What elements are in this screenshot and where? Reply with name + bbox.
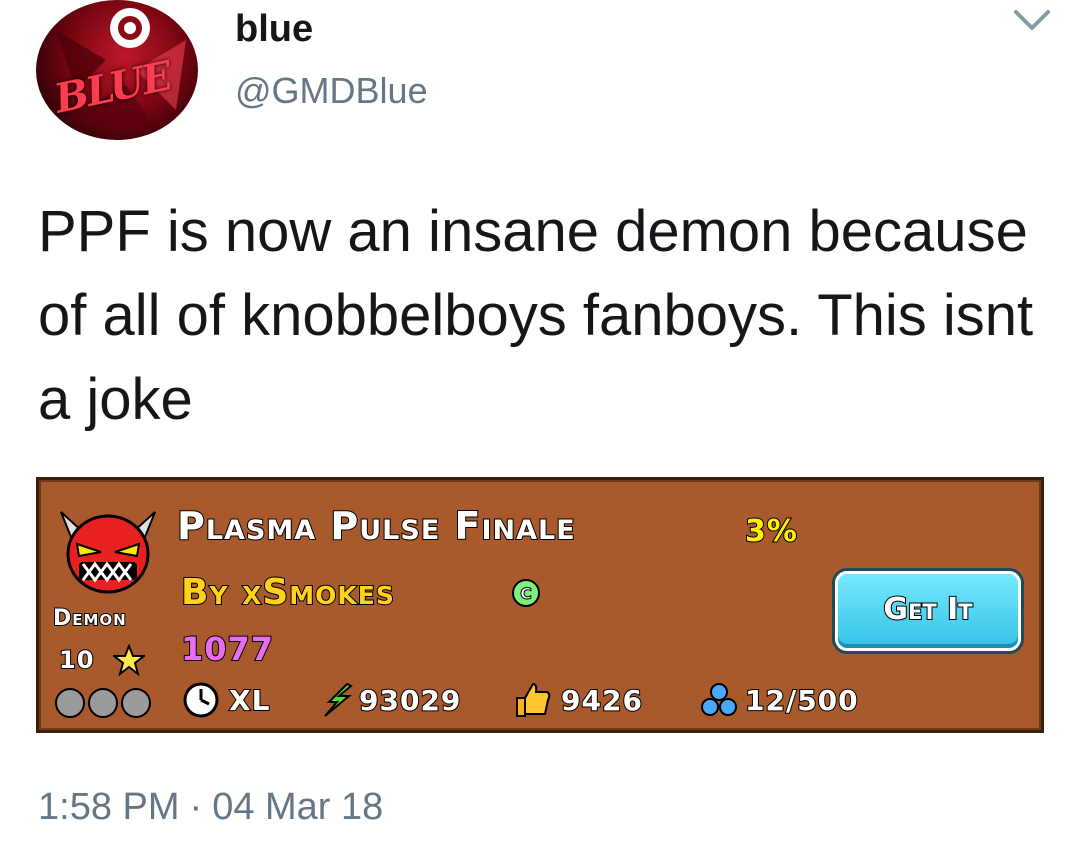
difficulty-label: Demon (52, 605, 127, 632)
get-it-label: Get It (882, 591, 973, 628)
level-id: 1077 (180, 629, 275, 669)
display-name[interactable]: blue (235, 8, 313, 51)
svg-text:C: C (520, 584, 532, 603)
download-count: 93029 (358, 683, 462, 718)
like-icon (516, 682, 551, 717)
coins-icon (55, 688, 151, 718)
like-count: 9426 (560, 683, 643, 718)
star-icon (113, 644, 145, 676)
tweet-text: PPF is now an insane demon because of al… (38, 199, 1034, 432)
level-author[interactable]: By xSmokes (180, 571, 395, 614)
level-name: Plasma Pulse Finale (176, 503, 576, 549)
level-length: XL (228, 683, 271, 718)
orbs-icon (701, 683, 737, 716)
stars-count: 10 (58, 645, 95, 675)
chevron-down-icon[interactable] (1010, 2, 1054, 38)
demon-difficulty-icon (60, 511, 156, 594)
orbs-count: 12/500 (744, 683, 859, 718)
clock-icon (183, 682, 219, 718)
level-card: Demon 10 Plasma Pulse Finale 3% By xSmok… (36, 477, 1044, 733)
tweet-date: 04 Mar 18 (212, 786, 384, 828)
timestamp-separator: · (189, 786, 203, 828)
progress-percent: 3% (744, 513, 798, 550)
tweet-time: 1:58 PM (38, 786, 180, 828)
avatar[interactable]: BLUE (36, 0, 198, 140)
download-icon (324, 682, 353, 717)
tweet: BLUE blue @GMDBlue PPF is now an insane … (0, 0, 1080, 868)
copyright-icon: C (512, 579, 540, 607)
get-it-button[interactable]: Get It (835, 571, 1021, 651)
tweet-timestamp[interactable]: 1:58 PM · 04 Mar 18 (38, 786, 383, 829)
user-handle[interactable]: @GMDBlue (235, 70, 428, 112)
